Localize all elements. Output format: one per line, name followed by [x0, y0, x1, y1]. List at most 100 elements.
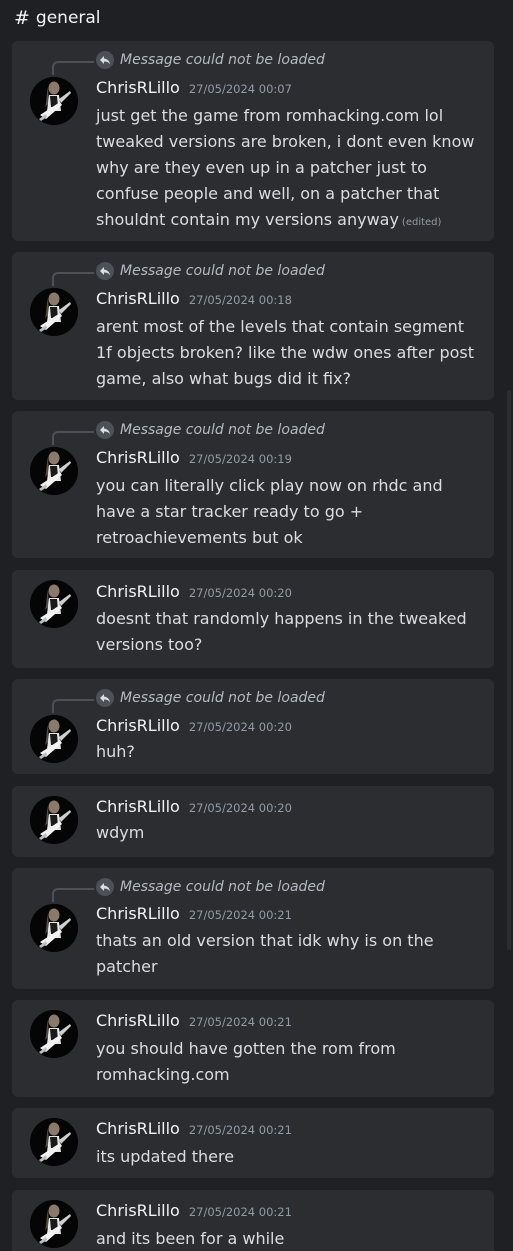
message[interactable]: Message could not be loaded ChrisRLillo …: [12, 41, 494, 241]
message-line: retroachievements but ok: [96, 528, 303, 547]
message-header: ChrisRLillo 27/05/2024 00:07: [96, 78, 292, 100]
message-header: ChrisRLillo 27/05/2024 00:18: [96, 289, 292, 311]
timestamp: 27/05/2024 00:18: [188, 293, 292, 307]
reply-preview[interactable]: Message could not be loaded: [96, 420, 325, 440]
message[interactable]: Message could not be loaded ChrisRLillo …: [12, 868, 494, 989]
message[interactable]: Message could not be loaded ChrisRLillo …: [12, 411, 494, 558]
chat-window: # general Message could not be loaded Ch…: [0, 0, 513, 1251]
author-name[interactable]: ChrisRLillo: [96, 78, 180, 97]
message-content: thats an old version that idk why is on …: [96, 928, 488, 980]
timestamp: 27/05/2024 00:20: [188, 801, 292, 815]
message-line: wdym: [96, 823, 145, 842]
message-line: and its been for a while: [96, 1229, 285, 1248]
author-name[interactable]: ChrisRLillo: [96, 582, 180, 601]
reply-connector: [52, 699, 94, 713]
message-header: ChrisRLillo 27/05/2024 00:21: [96, 904, 292, 926]
message-line: its updated there: [96, 1147, 235, 1166]
author-name[interactable]: ChrisRLillo: [96, 904, 180, 923]
message[interactable]: Message could not be loaded ChrisRLillo …: [12, 679, 494, 774]
reply-arrow-icon: [96, 689, 114, 707]
message-content: arent most of the levels that contain se…: [96, 314, 488, 392]
reply-preview[interactable]: Message could not be loaded: [96, 261, 325, 281]
message-content: you should have gotten the rom from romh…: [96, 1036, 488, 1088]
timestamp: 27/05/2024 00:07: [188, 82, 292, 96]
reply-arrow-icon: [96, 878, 114, 896]
reply-connector: [52, 431, 94, 445]
message[interactable]: ChrisRLillo 27/05/2024 00:20 doesnt that…: [12, 570, 494, 668]
message-line: you can literally click play now on rhdc…: [96, 476, 443, 495]
message-header: ChrisRLillo 27/05/2024 00:20: [96, 716, 292, 738]
message[interactable]: Message could not be loaded ChrisRLillo …: [12, 252, 494, 400]
reply-text: Message could not be loaded: [120, 690, 325, 706]
avatar[interactable]: [30, 904, 78, 952]
reply-connector: [52, 888, 94, 902]
reply-text: Message could not be loaded: [120, 263, 325, 279]
author-name[interactable]: ChrisRLillo: [96, 448, 180, 467]
avatar[interactable]: [30, 796, 78, 844]
timestamp: 27/05/2024 00:19: [188, 452, 292, 466]
message-line: 1f objects broken? like the wdw ones aft…: [96, 343, 475, 362]
message-line: you should have gotten the rom from: [96, 1039, 396, 1058]
reply-text: Message could not be loaded: [120, 422, 325, 438]
message-line: why are they even up in a patcher just t…: [96, 158, 427, 177]
channel-header[interactable]: # general: [14, 6, 101, 30]
message[interactable]: ChrisRLillo 27/05/2024 00:21 you should …: [12, 1000, 494, 1097]
reply-connector: [52, 61, 94, 75]
message-line: versions too?: [96, 635, 203, 654]
author-name[interactable]: ChrisRLillo: [96, 1119, 180, 1138]
author-name[interactable]: ChrisRLillo: [96, 716, 180, 735]
message[interactable]: ChrisRLillo 27/05/2024 00:21 and its bee…: [12, 1190, 494, 1251]
avatar[interactable]: [30, 77, 78, 125]
reply-arrow-icon: [96, 262, 114, 280]
timestamp: 27/05/2024 00:21: [188, 1123, 292, 1137]
avatar[interactable]: [30, 1010, 78, 1058]
author-name[interactable]: ChrisRLillo: [96, 289, 180, 308]
edited-label: (edited): [401, 217, 442, 228]
avatar[interactable]: [30, 1200, 78, 1248]
hash-icon: #: [14, 7, 30, 29]
message-line: thats an old version that idk why is on …: [96, 931, 434, 950]
message-header: ChrisRLillo 27/05/2024 00:20: [96, 582, 292, 604]
message-line: just get the game from romhacking.com lo…: [96, 106, 444, 125]
message-line: game, also what bugs did it fix?: [96, 369, 351, 388]
message-content: just get the game from romhacking.com lo…: [96, 103, 488, 236]
reply-arrow-icon: [96, 51, 114, 69]
message-line: have a star tracker ready to go +: [96, 502, 364, 521]
author-name[interactable]: ChrisRLillo: [96, 1201, 180, 1220]
message-line-text: shouldnt contain my versions anyway: [96, 210, 399, 229]
message-line: patcher: [96, 957, 158, 976]
author-name[interactable]: ChrisRLillo: [96, 1011, 180, 1030]
message-line: romhacking.com: [96, 1065, 230, 1084]
message-line: confuse people and well, on a patcher th…: [96, 184, 440, 203]
avatar[interactable]: [30, 288, 78, 336]
avatar[interactable]: [30, 715, 78, 763]
timestamp: 27/05/2024 00:20: [188, 586, 292, 600]
avatar[interactable]: [30, 580, 78, 628]
timestamp: 27/05/2024 00:21: [188, 1205, 292, 1219]
message-line: tweaked versions are broken, i dont even…: [96, 132, 475, 151]
reply-preview[interactable]: Message could not be loaded: [96, 688, 325, 708]
timestamp: 27/05/2024 00:21: [188, 1015, 292, 1029]
message[interactable]: ChrisRLillo 27/05/2024 00:20 wdym: [12, 786, 494, 857]
scrollbar[interactable]: [507, 390, 511, 950]
message-content: wdym: [96, 820, 488, 846]
message[interactable]: ChrisRLillo 27/05/2024 00:21 its updated…: [12, 1108, 494, 1178]
message-line-last: shouldnt contain my versions anyway (edit…: [96, 207, 488, 236]
message-line: doesnt that randomly happens in the twea…: [96, 609, 467, 628]
message-content: and its been for a while: [96, 1226, 488, 1251]
message-content: you can literally click play now on rhdc…: [96, 473, 488, 551]
message-line: huh?: [96, 742, 135, 761]
avatar[interactable]: [30, 447, 78, 495]
timestamp: 27/05/2024 00:21: [188, 908, 292, 922]
message-line: arent most of the levels that contain se…: [96, 317, 464, 336]
message-header: ChrisRLillo 27/05/2024 00:21: [96, 1011, 292, 1033]
reply-connector: [52, 272, 94, 286]
message-content: doesnt that randomly happens in the twea…: [96, 606, 488, 658]
timestamp: 27/05/2024 00:20: [188, 720, 292, 734]
reply-text: Message could not be loaded: [120, 52, 325, 68]
author-name[interactable]: ChrisRLillo: [96, 797, 180, 816]
reply-preview[interactable]: Message could not be loaded: [96, 50, 325, 70]
avatar[interactable]: [30, 1118, 78, 1166]
reply-preview[interactable]: Message could not be loaded: [96, 877, 325, 897]
message-header: ChrisRLillo 27/05/2024 00:20: [96, 797, 292, 819]
